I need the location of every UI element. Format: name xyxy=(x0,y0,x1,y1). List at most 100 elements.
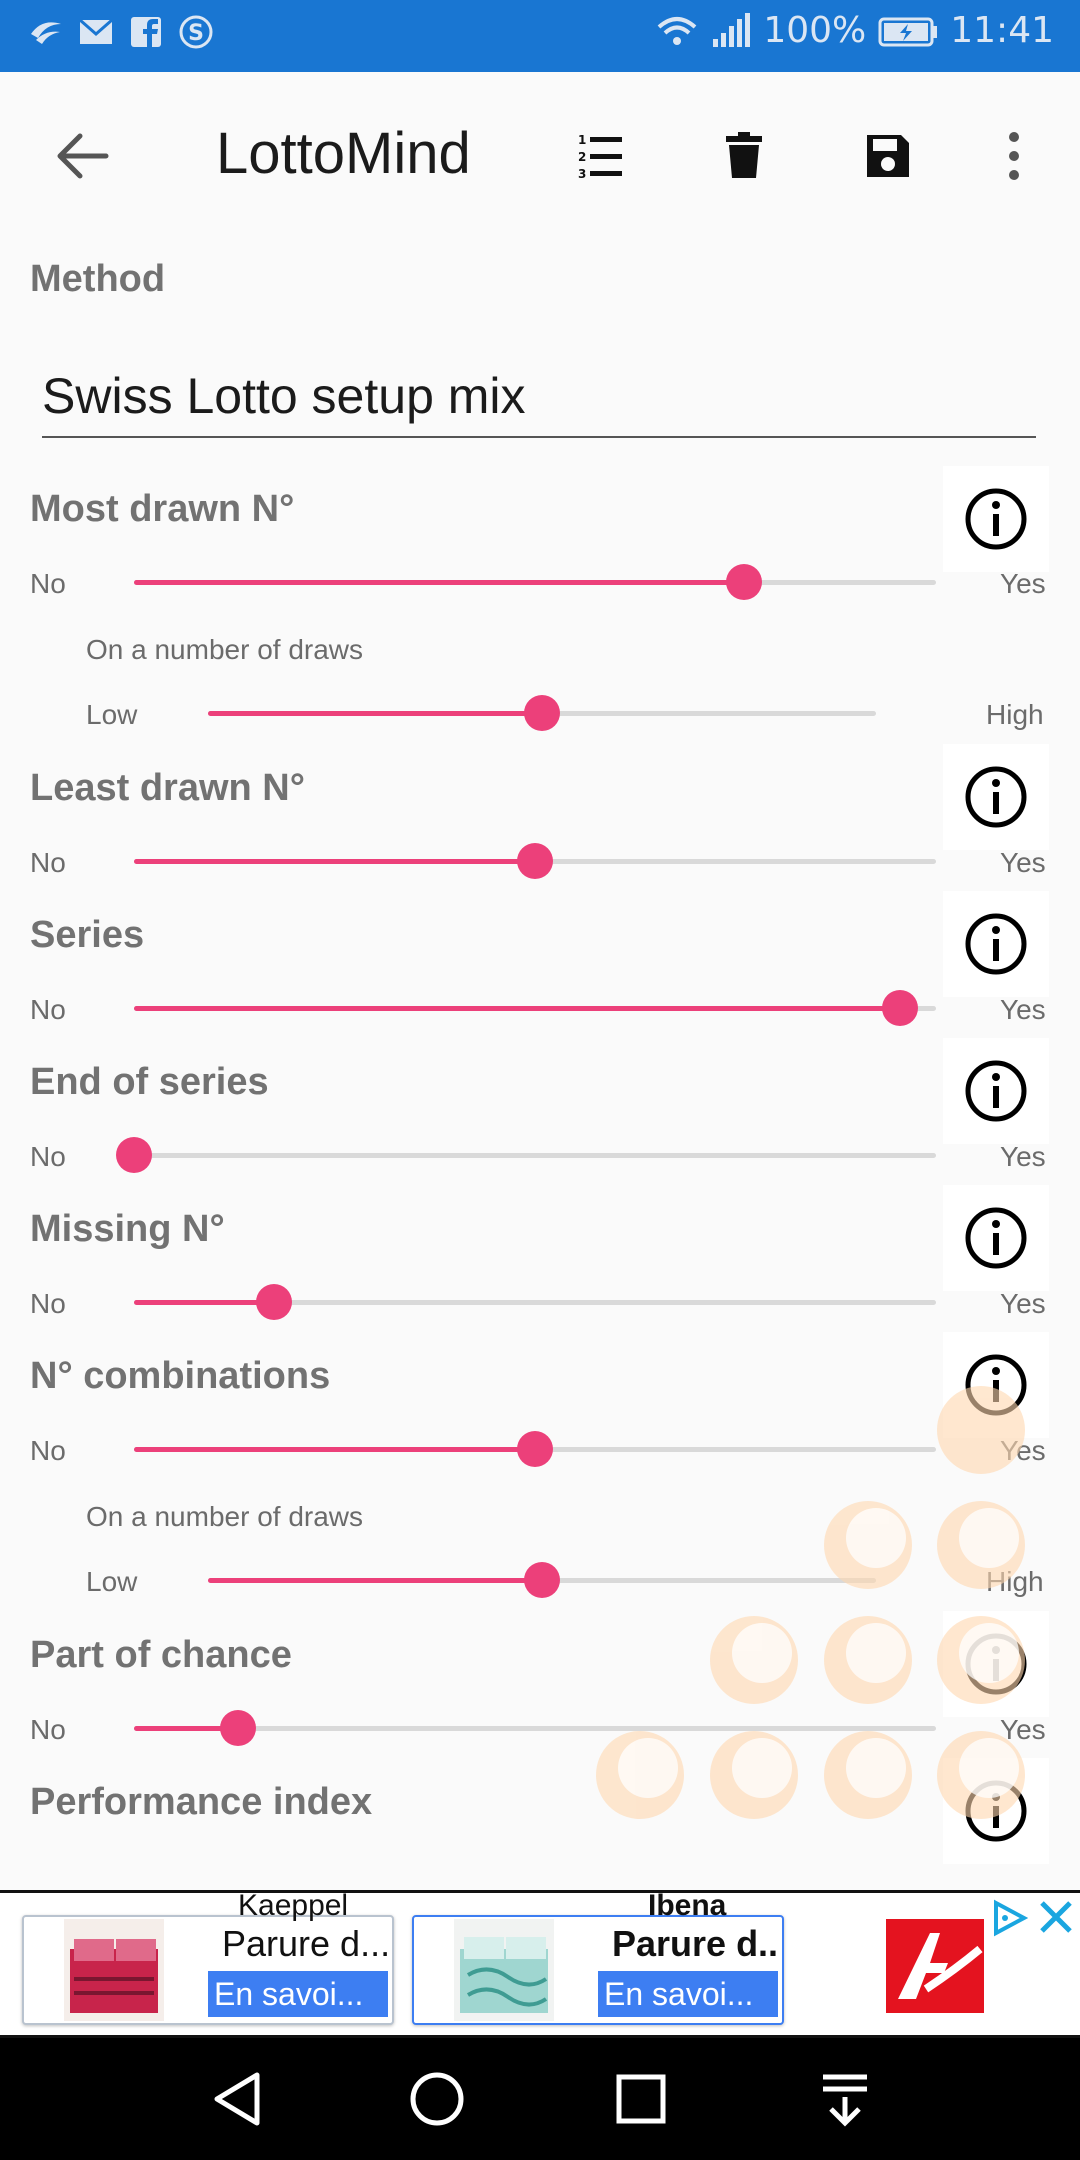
missing-title: Missing N° xyxy=(30,1208,225,1250)
save-icon xyxy=(867,135,909,177)
info-icon xyxy=(965,1354,1027,1416)
most-drawn-info-button[interactable] xyxy=(943,466,1049,572)
more-vert-icon xyxy=(1009,132,1019,180)
save-button[interactable] xyxy=(848,116,928,196)
slider-thumb[interactable] xyxy=(524,1562,560,1598)
ad-title: Parure d... xyxy=(222,1923,390,1964)
slider-min-label: Low xyxy=(86,1566,138,1597)
most-drawn-slider[interactable] xyxy=(134,564,936,600)
slider-max-label: Yes xyxy=(1000,1435,1046,1466)
end-of-series-info-button[interactable] xyxy=(943,1038,1049,1144)
slider-max-label: Yes xyxy=(1000,994,1046,1025)
svg-text:2: 2 xyxy=(578,150,586,164)
slider-min-label: No xyxy=(30,847,66,878)
nav-notifications-button[interactable] xyxy=(812,2066,878,2132)
ad-close-icon[interactable] xyxy=(1036,1897,1076,1937)
notification-icons: S xyxy=(28,14,214,50)
missing-slider[interactable] xyxy=(134,1284,936,1320)
least-drawn-info-button[interactable] xyxy=(943,744,1049,850)
part-of-chance-info-button[interactable] xyxy=(943,1611,1049,1717)
slider-thumb[interactable] xyxy=(116,1137,152,1173)
slider-thumb[interactable] xyxy=(524,695,560,731)
nav-home-button[interactable] xyxy=(404,2066,470,2132)
slider-max-label: Yes xyxy=(1000,1714,1046,1745)
ad-learn-more-button[interactable]: En savoi... xyxy=(208,1971,388,2017)
svg-text:S: S xyxy=(188,21,204,46)
slider-min-label: No xyxy=(30,1288,66,1319)
slider-thumb[interactable] xyxy=(726,564,762,600)
back-arrow-icon xyxy=(57,133,109,179)
nav-back-button[interactable] xyxy=(204,2066,270,2132)
info-icon xyxy=(965,1060,1027,1122)
combinations-info-button[interactable] xyxy=(943,1332,1049,1438)
performance-index-info-button[interactable] xyxy=(943,1758,1049,1864)
app-bar: LottoMind 1 2 3 xyxy=(0,72,1080,240)
skype-icon: S xyxy=(179,15,213,49)
performance-index-title: Performance index xyxy=(30,1781,373,1823)
svg-text:1: 1 xyxy=(578,133,586,147)
missing-info-button[interactable] xyxy=(943,1185,1049,1291)
slider-min-label: No xyxy=(30,1435,66,1466)
slider-thumb[interactable] xyxy=(256,1284,292,1320)
back-button[interactable] xyxy=(48,122,116,190)
ad-brand: Kaeppel xyxy=(238,1889,349,1922)
slider-fill xyxy=(134,580,744,585)
info-icon xyxy=(965,913,1027,975)
part-of-chance-slider[interactable] xyxy=(134,1710,936,1746)
slider-thumb[interactable] xyxy=(517,843,553,879)
combinations-draws-slider[interactable] xyxy=(208,1562,876,1598)
ad-card[interactable]: Kaeppel Parure d... En savoi... xyxy=(22,1889,394,2025)
more-options-button[interactable] xyxy=(974,116,1054,196)
home-circle-icon xyxy=(410,2072,464,2126)
slider-min-label: No xyxy=(30,1141,66,1172)
most-drawn-title: Most drawn N° xyxy=(30,488,295,530)
slider-fill xyxy=(208,711,542,716)
ad-learn-more-button[interactable]: En savoi... xyxy=(598,1971,778,2017)
nav-recents-button[interactable] xyxy=(608,2066,674,2132)
most-drawn-sub-label: On a number of draws xyxy=(86,634,364,665)
slider-max-label: Yes xyxy=(1000,847,1046,878)
delete-button[interactable] xyxy=(704,116,784,196)
slider-fill xyxy=(134,859,535,864)
least-drawn-title: Least drawn N° xyxy=(30,767,305,809)
swiftkey-icon xyxy=(31,22,61,44)
ad-card[interactable]: Ibena Parure d... En savoi... xyxy=(412,1889,784,2025)
slider-thumb[interactable] xyxy=(882,990,918,1026)
least-drawn-slider[interactable] xyxy=(134,843,936,879)
advertiser-logo[interactable] xyxy=(886,1919,984,2013)
delete-icon xyxy=(726,132,762,178)
part-of-chance-title: Part of chance xyxy=(30,1634,292,1676)
recents-square-icon xyxy=(616,2074,666,2124)
numbered-list-button[interactable]: 1 2 3 xyxy=(560,116,640,196)
wifi-icon xyxy=(658,16,697,45)
combinations-title: N° combinations xyxy=(30,1355,331,1397)
ad-banner[interactable]: Kaeppel Parure d... En savoi... Ibena Pa… xyxy=(0,1889,1080,2038)
series-slider[interactable] xyxy=(134,990,936,1026)
slider-fill xyxy=(134,1006,900,1011)
ad-choices-icon[interactable] xyxy=(990,1899,1028,1937)
slider-min-label: Low xyxy=(86,699,138,730)
system-nav-bar xyxy=(0,2038,1080,2160)
info-icon xyxy=(965,1207,1027,1269)
series-info-button[interactable] xyxy=(943,891,1049,997)
signal-icon xyxy=(713,12,751,47)
info-icon xyxy=(965,1633,1027,1695)
most-drawn-draws-slider[interactable] xyxy=(208,695,876,731)
slider-max-label: High xyxy=(986,1566,1044,1597)
method-name-input[interactable] xyxy=(42,356,1036,438)
status-bar: S 100% 11:41 xyxy=(0,0,1080,72)
info-icon xyxy=(965,488,1027,550)
slider-thumb[interactable] xyxy=(220,1710,256,1746)
method-label: Method xyxy=(30,258,166,300)
slider-thumb[interactable] xyxy=(517,1431,553,1467)
slider-fill xyxy=(208,1578,542,1583)
info-icon xyxy=(965,766,1027,828)
combinations-slider[interactable] xyxy=(134,1431,936,1467)
ad-brand: Ibena xyxy=(648,1889,727,1922)
slider-max-label: Yes xyxy=(1000,1141,1046,1172)
slider-min-label: No xyxy=(30,568,66,599)
advertiser-a-logo-icon xyxy=(898,1933,983,1999)
facebook-icon xyxy=(131,17,161,47)
end-of-series-slider[interactable] xyxy=(116,1137,936,1173)
app-title: LottoMind xyxy=(216,121,471,186)
